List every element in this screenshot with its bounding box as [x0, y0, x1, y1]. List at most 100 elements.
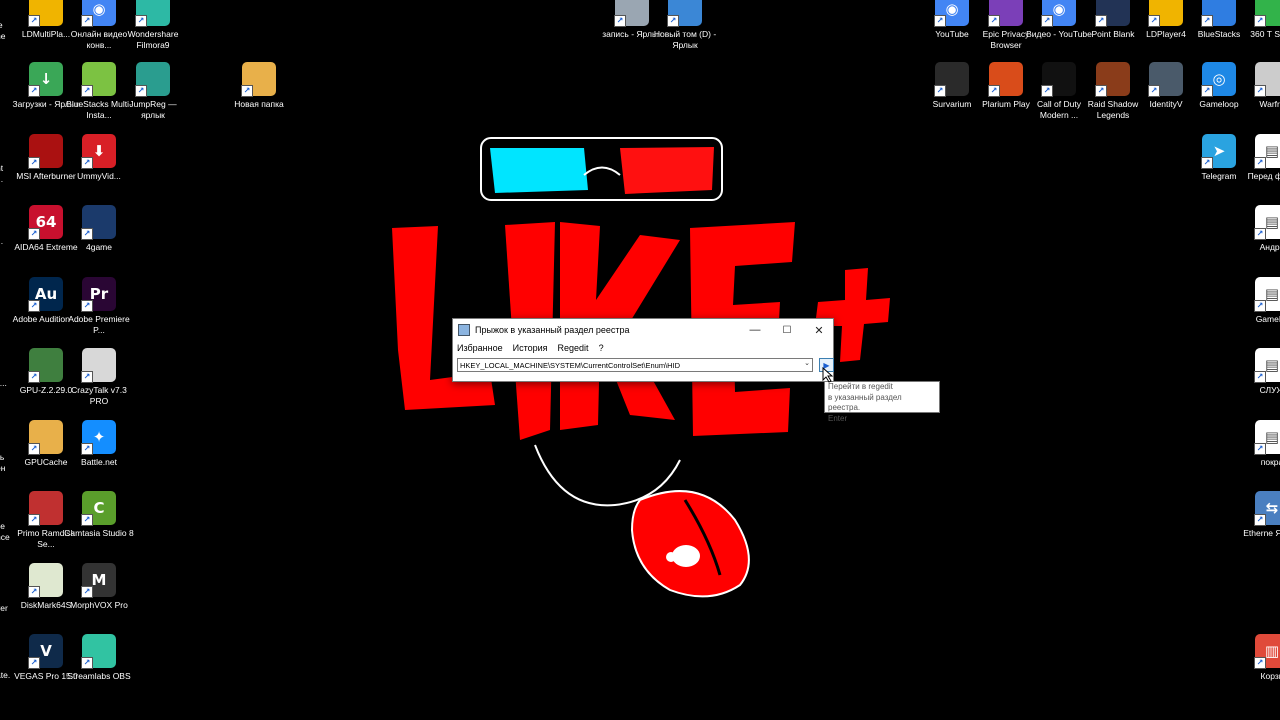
shortcut-arrow-icon: ↗: [1201, 157, 1213, 169]
document-icon: ▤ ↗: [1254, 134, 1280, 169]
desktop-icon-label: Корзи: [1260, 671, 1280, 681]
shortcut-arrow-icon: ↗: [81, 15, 93, 27]
shortcut-arrow-icon: ↗: [1254, 85, 1266, 97]
clipped-icon-label[interactable]: yer: [0, 603, 10, 614]
shortcut-arrow-icon: ↗: [1095, 15, 1107, 27]
shortcut-arrow-icon: ↗: [81, 228, 93, 240]
shortcut-arrow-icon: ↗: [1148, 85, 1160, 97]
shortcut-arrow-icon: ↗: [28, 228, 40, 240]
chrome-icon: ◉ ↗: [81, 0, 116, 27]
filmora-icon: ↗: [135, 0, 170, 27]
desktop-icon-label: Wondershare Filmora9: [127, 29, 179, 50]
close-button[interactable]: ✕: [803, 319, 835, 341]
mouse-cursor-icon: [822, 367, 834, 383]
dialog-menubar: Избранное История Regedit ?: [453, 341, 833, 355]
chrome-icon: ◉ ↗: [1041, 0, 1076, 27]
downloads-icon: ↓ ↗: [28, 62, 63, 97]
menu-favorites[interactable]: Избранное: [457, 343, 503, 353]
desktop-icon-4game[interactable]: ↗ 4game: [64, 205, 134, 275]
maximize-button[interactable]: ☐: [771, 319, 803, 341]
desktop-icon-premiere[interactable]: Pr ↗ Adobe Premiere P...: [64, 277, 134, 347]
desktop-icon-korzina[interactable]: ▥↗ Корзи: [1237, 634, 1280, 704]
desktop-icon-streamlabs[interactable]: ↗ Streamlabs OBS: [64, 634, 134, 704]
desktop-icon-label: MorphVOX Pro: [70, 600, 128, 610]
clipped-icon-label[interactable]: le ne: [0, 20, 10, 41]
tooltip-line-2: в указанный раздел реестра.: [828, 392, 902, 413]
document-icon: ▤ ↗: [1254, 277, 1280, 312]
desktop-icon-battlenet[interactable]: ✦ ↗ Battle.net: [64, 420, 134, 490]
menu-regedit[interactable]: Regedit: [558, 343, 589, 353]
desktop-icon-label: CrazyTalk v7.3 PRO: [71, 385, 127, 406]
identityv-icon: ↗: [1148, 62, 1183, 97]
menu-help[interactable]: ?: [599, 343, 604, 353]
clipped-icon-label[interactable]: ate...: [0, 670, 10, 681]
shortcut-arrow-icon: ↗: [1201, 15, 1213, 27]
bluestacks-icon: ↗: [1201, 0, 1236, 27]
desktop-icon-filmora[interactable]: ↗ Wondershare Filmora9: [118, 0, 188, 62]
raid-icon: ↗: [1095, 62, 1130, 97]
shortcut-arrow-icon: ↗: [988, 15, 1000, 27]
point-blank-icon: ↗: [1095, 0, 1130, 27]
shortcut-arrow-icon: ↗: [241, 85, 253, 97]
shortcut-arrow-icon: ↗: [667, 15, 679, 27]
camtasia-icon: C ↗: [81, 491, 116, 526]
menu-history[interactable]: История: [513, 343, 548, 353]
desktop-icon-andro[interactable]: ▤↗ Андро: [1237, 205, 1280, 275]
clipped-icon-label[interactable]: ...: [0, 236, 10, 247]
desktop-icon-novyi-tom[interactable]: ↗ Новый том (D) - Ярлык: [650, 0, 720, 62]
desktop-icon-warframe[interactable]: ↗ Warfra: [1237, 62, 1280, 132]
drive-icon: ↗: [667, 0, 702, 27]
desktop-icon-label: покра: [1260, 457, 1280, 467]
desktop-icon-crazytalk[interactable]: ↗ CrazyTalk v7.3 PRO: [64, 348, 134, 418]
plarium-icon: ↗: [988, 62, 1023, 97]
survarium-icon: ↗: [934, 62, 969, 97]
desktop-icon-gamelo[interactable]: ▤↗ GameLo: [1237, 277, 1280, 347]
shortcut-arrow-icon: ↗: [28, 514, 40, 526]
jumpreg-dialog: Прыжок в указанный раздел реестра — ☐ ✕ …: [452, 318, 834, 382]
shortcut-arrow-icon: ↗: [28, 15, 40, 27]
registry-icon: [458, 324, 470, 336]
shortcut-arrow-icon: ↗: [1254, 443, 1266, 455]
shortcut-arrow-icon: ↗: [1254, 300, 1266, 312]
desktop-icon-pered[interactable]: ▤↗ Перед файл: [1237, 134, 1280, 204]
desktop-icon-ummy[interactable]: ⬇ ↗ UmmyVid...: [64, 134, 134, 204]
gameloop-icon: ◎ ↗: [1201, 62, 1236, 97]
desktop-icon-camtasia[interactable]: C ↗ Camtasia Studio 8: [64, 491, 134, 561]
clipped-icon-label[interactable]: nt ...: [0, 163, 10, 184]
desktop-icon-label: СЛУЖ: [1259, 385, 1280, 395]
registry-path-combobox[interactable]: HKEY_LOCAL_MACHINE\SYSTEM\CurrentControl…: [457, 358, 813, 372]
shortcut-arrow-icon: ↗: [28, 300, 40, 312]
bluestacks-multi-icon: ↗: [81, 62, 116, 97]
shortcut-arrow-icon: ↗: [1254, 514, 1266, 526]
desktop-icon-label: Etherne Ярлык: [1243, 528, 1280, 538]
clipped-icon-label[interactable]: ll...: [0, 378, 10, 389]
shortcut-arrow-icon: ↗: [28, 371, 40, 383]
dialog-titlebar[interactable]: Прыжок в указанный раздел реестра — ☐ ✕: [453, 319, 833, 341]
clipped-icon-label[interactable]: ce nce: [0, 521, 10, 542]
desktop-icon-sluzh[interactable]: ▤↗ СЛУЖ: [1237, 348, 1280, 418]
shortcut-arrow-icon: ↗: [934, 85, 946, 97]
primo-ramdisk-icon: ↗: [28, 491, 63, 526]
desktop-icon-novaya-papka[interactable]: ↗ Новая папка: [224, 62, 294, 132]
vegas-icon: V ↗: [28, 634, 63, 669]
desktop-icon-360[interactable]: ↗ 360 Т Secu: [1237, 0, 1280, 62]
network-icon: ⇆ ↗: [1254, 491, 1280, 526]
3d-glasses-graphic: [480, 137, 723, 201]
shortcut-arrow-icon: ↗: [28, 657, 40, 669]
chevron-down-icon[interactable]: ⌄: [804, 359, 810, 367]
desktop-icon-ethernet[interactable]: ⇆↗ Etherne Ярлык: [1237, 491, 1280, 561]
shortcut-arrow-icon: ↗: [81, 157, 93, 169]
minimize-button[interactable]: —: [739, 319, 771, 341]
desktop-icon-pokra[interactable]: ▤↗ покра: [1237, 420, 1280, 490]
clipped-icon-label[interactable]: ть ен: [0, 452, 10, 473]
warframe-icon: ↗: [1254, 62, 1280, 97]
shortcut-arrow-icon: ↗: [1148, 15, 1160, 27]
ldplayer-icon: ↗: [1148, 0, 1183, 27]
shortcut-arrow-icon: ↗: [28, 443, 40, 455]
desktop-icon-label: UmmyVid...: [77, 171, 121, 181]
adobe-premiere-icon: Pr ↗: [81, 277, 116, 312]
desktop-icon-morphvox[interactable]: M ↗ MorphVOX Pro: [64, 563, 134, 633]
desktop-icon-jumpreg[interactable]: ↗ JumpReg — ярлык: [118, 62, 188, 132]
battlenet-icon: ✦ ↗: [81, 420, 116, 455]
desktop-icon-label: Андро: [1259, 242, 1280, 252]
